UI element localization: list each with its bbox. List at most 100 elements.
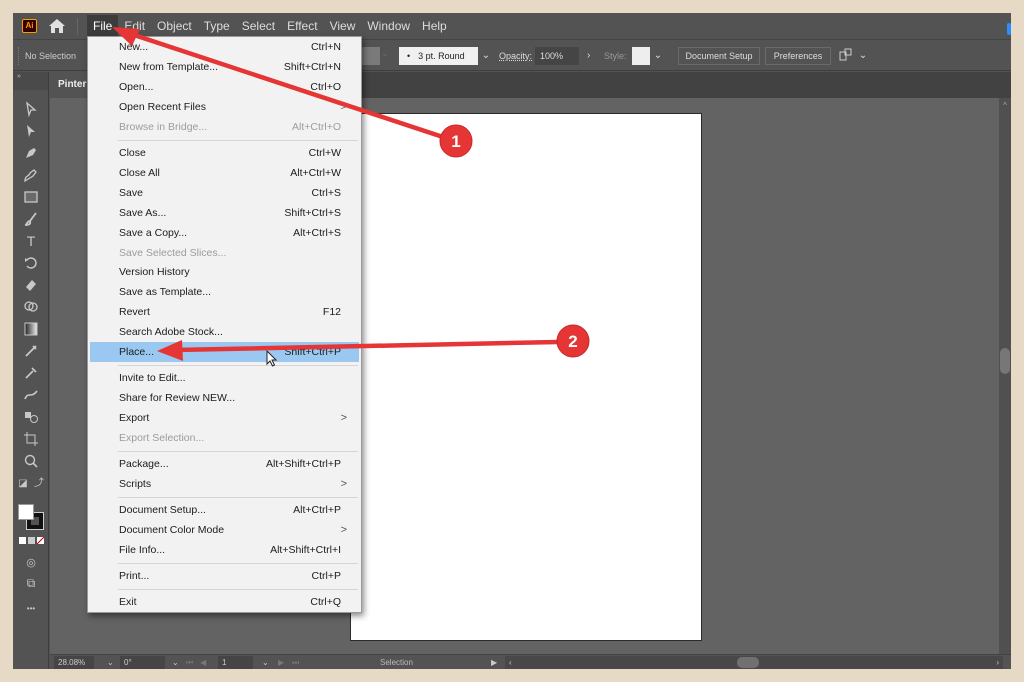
mesh-tool-icon[interactable] xyxy=(21,342,41,360)
artboard[interactable] xyxy=(350,113,702,641)
direct-selection-tool-icon[interactable] xyxy=(21,122,41,140)
home-icon[interactable] xyxy=(48,18,66,34)
menu-file[interactable]: File xyxy=(87,15,119,37)
fill-color-swatch[interactable] xyxy=(18,504,34,520)
rotation-chevron-down-icon[interactable]: ⌄ xyxy=(172,656,179,669)
horizontal-scrollbar[interactable]: ‹ › xyxy=(505,656,1003,669)
zoom-tool-icon[interactable] xyxy=(21,452,41,470)
eyedropper-tool-icon[interactable] xyxy=(21,364,41,382)
rectangle-tool-icon[interactable] xyxy=(21,188,41,206)
menu-window[interactable]: Window xyxy=(361,13,416,40)
vertical-scroll-thumb[interactable] xyxy=(1000,348,1010,374)
menu-item-save[interactable]: Save Ctrl+S xyxy=(90,183,359,203)
mouse-cursor-icon xyxy=(266,350,278,367)
status-menu-icon[interactable]: ▶ xyxy=(491,656,497,669)
none-mode-icon[interactable] xyxy=(37,537,44,544)
gradient-tool-icon[interactable] xyxy=(21,320,41,338)
zoom-level-input[interactable]: 28.08% xyxy=(54,656,94,669)
tools-panel: » T ◪ ⤴ ◎ ⧉ ••• xyxy=(13,72,49,669)
menu-separator xyxy=(118,563,358,564)
menu-item-file-info[interactable]: File Info... Alt+Shift+Ctrl+I xyxy=(90,540,359,560)
gradient-mode-icon[interactable] xyxy=(28,537,35,544)
menu-item-close[interactable]: Close Ctrl+W xyxy=(90,143,359,163)
rotate-tool-icon[interactable] xyxy=(21,254,41,272)
eraser-tool-icon[interactable] xyxy=(21,276,41,294)
chevron-right-icon[interactable]: › xyxy=(587,47,590,65)
opacity-input[interactable]: 100% xyxy=(535,47,579,65)
arrange-chevron-down-icon[interactable]: ⌄ xyxy=(856,47,870,65)
screen-mode-icon[interactable]: ⧉ xyxy=(21,574,41,592)
menu-item-save-a-copy[interactable]: Save a Copy... Alt+Ctrl+S xyxy=(90,223,359,243)
menu-item-share-for-review[interactable]: Share for Review NEW... xyxy=(90,388,359,408)
color-mode-icon[interactable] xyxy=(19,537,26,544)
file-menu-dropdown: New... Ctrl+N New from Template... Shift+C… xyxy=(87,36,362,613)
menu-item-revert[interactable]: Revert F12 xyxy=(90,302,359,322)
menu-item-open[interactable]: Open... Ctrl+O xyxy=(90,77,359,97)
menu-item-close-all[interactable]: Close All Alt+Ctrl+W xyxy=(90,163,359,183)
horizontal-scroll-thumb[interactable] xyxy=(737,657,759,668)
next-artboard-icon[interactable]: ▶ xyxy=(278,656,284,669)
menu-item-exit[interactable]: Exit Ctrl+Q xyxy=(90,592,359,612)
menu-item-new-from-template[interactable]: New from Template... Shift+Ctrl+N xyxy=(90,57,359,77)
menu-item-invite-to-edit[interactable]: Invite to Edit... xyxy=(90,368,359,388)
menu-item-search-adobe-stock[interactable]: Search Adobe Stock... xyxy=(90,322,359,342)
curvature-tool-icon[interactable] xyxy=(21,166,41,184)
swap-fill-stroke-icon[interactable]: ⤴ xyxy=(32,475,46,493)
illustrator-logo: Ai xyxy=(22,19,37,33)
chevron-down-icon[interactable]: ⌄ xyxy=(381,48,389,59)
submenu-arrow-icon: > xyxy=(340,524,347,536)
rotation-input[interactable]: 0° xyxy=(120,656,165,669)
first-artboard-icon[interactable]: ⏮ xyxy=(186,656,193,669)
symbol-sprayer-tool-icon[interactable] xyxy=(21,408,41,426)
drawing-modes-icon[interactable]: ◎ xyxy=(21,554,41,572)
menu-item-place[interactable]: Place... Shift+Ctrl+P xyxy=(90,342,359,362)
selection-tool-icon[interactable] xyxy=(21,100,41,118)
blend-tool-icon[interactable] xyxy=(21,386,41,404)
menu-item-new[interactable]: New... Ctrl+N xyxy=(90,37,359,57)
default-fill-stroke-icon[interactable]: ◪ xyxy=(16,475,30,493)
artboard-chevron-down-icon[interactable]: ⌄ xyxy=(262,656,269,669)
current-tool-label: Selection xyxy=(380,658,413,667)
scroll-left-icon[interactable]: ‹ xyxy=(509,656,512,669)
zoom-chevron-down-icon[interactable]: ⌄ xyxy=(107,656,114,669)
previous-artboard-icon[interactable]: ◀ xyxy=(200,656,206,669)
menu-item-export[interactable]: Export > xyxy=(90,408,359,428)
scroll-up-icon[interactable]: ^ xyxy=(999,101,1011,110)
artboard-number-input[interactable]: 1 xyxy=(218,656,253,669)
last-artboard-icon[interactable]: ⏭ xyxy=(292,656,299,669)
menu-separator xyxy=(118,140,358,141)
preferences-button[interactable]: Preferences xyxy=(765,47,831,65)
menu-item-save-selected-slices: Save Selected Slices... xyxy=(119,247,227,259)
artboard-tool-icon[interactable] xyxy=(21,430,41,448)
collapse-panel-icon[interactable]: » xyxy=(13,72,48,90)
panel-grip[interactable] xyxy=(18,47,21,65)
type-tool-icon[interactable]: T xyxy=(21,232,41,250)
menu-item-document-setup[interactable]: Document Setup... Alt+Ctrl+P xyxy=(90,500,359,520)
paintbrush-tool-icon[interactable] xyxy=(21,210,41,228)
menu-item-open-recent-files[interactable]: Open Recent Files > xyxy=(90,97,359,117)
document-setup-button[interactable]: Document Setup xyxy=(678,47,760,65)
menu-item-print[interactable]: Print... Ctrl+P xyxy=(90,566,359,586)
brush-definition-select[interactable]: • 3 pt. Round xyxy=(399,47,478,65)
menu-separator xyxy=(118,365,358,366)
menu-separator xyxy=(118,451,358,452)
menu-help[interactable]: Help xyxy=(416,13,453,40)
menu-item-version-history[interactable]: Version History xyxy=(90,262,359,282)
scroll-right-icon[interactable]: › xyxy=(996,656,999,669)
style-chevron-down-icon[interactable]: ⌄ xyxy=(651,47,665,65)
graphic-style-swatch[interactable] xyxy=(632,47,650,65)
opacity-label[interactable]: Opacity: xyxy=(499,41,532,71)
menu-item-document-color-mode[interactable]: Document Color Mode > xyxy=(90,520,359,540)
menu-item-save-as[interactable]: Save As... Shift+Ctrl+S xyxy=(90,203,359,223)
menu-item-save-as-template[interactable]: Save as Template... xyxy=(90,282,359,302)
edit-toolbar-icon[interactable]: ••• xyxy=(21,600,41,618)
shape-builder-tool-icon[interactable] xyxy=(21,298,41,316)
brush-chevron-down-icon[interactable]: ⌄ xyxy=(479,47,493,65)
menu-separator xyxy=(118,589,358,590)
menu-item-scripts[interactable]: Scripts > xyxy=(90,474,359,494)
pen-tool-icon[interactable] xyxy=(21,144,41,162)
menu-item-package[interactable]: Package... Alt+Shift+Ctrl+P xyxy=(90,454,359,474)
vertical-scrollbar[interactable]: ^ xyxy=(999,98,1011,654)
arrange-documents-icon[interactable] xyxy=(839,48,853,64)
activity-indicator xyxy=(1007,23,1011,35)
